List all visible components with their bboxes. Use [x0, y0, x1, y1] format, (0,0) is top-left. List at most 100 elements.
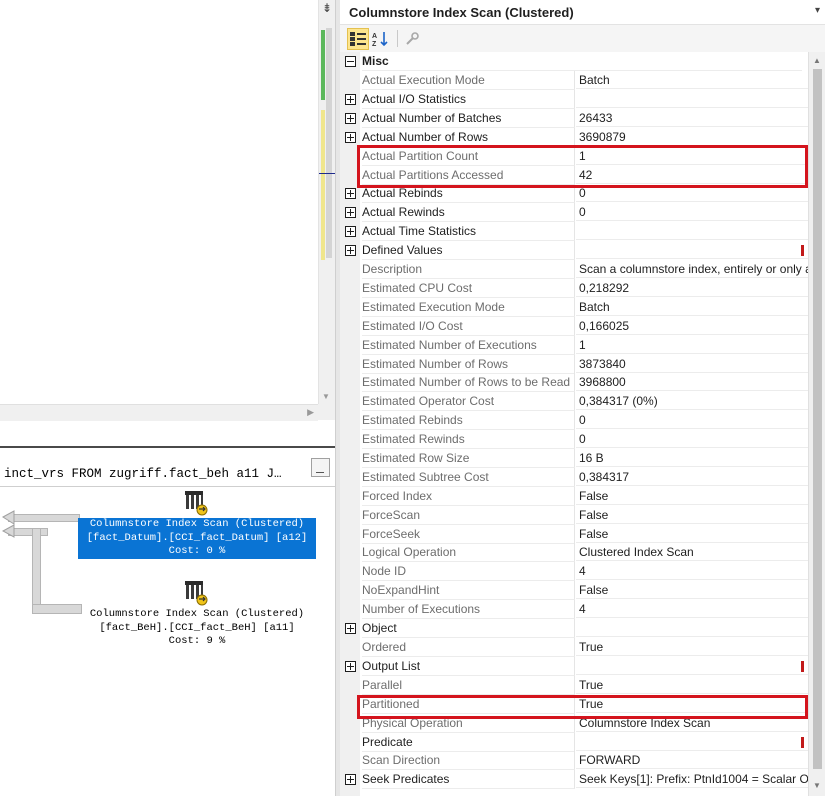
ellipsis-button[interactable]	[801, 737, 804, 748]
plan-node-fact-datum[interactable]: Columnstore Index Scan (Clustered) [fact…	[78, 518, 316, 559]
property-value[interactable]: 3968800	[576, 373, 808, 391]
property-row[interactable]: Estimated Number of Rows 3873840	[340, 355, 808, 374]
scroll-right-icon[interactable]: ▶	[307, 407, 314, 418]
expand-icon[interactable]	[345, 132, 356, 143]
scroll-down-icon[interactable]: ▼	[322, 392, 330, 401]
property-value[interactable]	[576, 619, 808, 637]
property-row[interactable]: ForceSeek False	[340, 525, 808, 544]
object-selector[interactable]: Columnstore Index Scan (Clustered) ▾	[340, 0, 825, 25]
expand-icon[interactable]	[345, 94, 356, 105]
property-row[interactable]: Estimated Rebinds 0	[340, 411, 808, 430]
expand-icon[interactable]	[345, 245, 356, 256]
property-row[interactable]: Description Scan a columnstore index, ent…	[340, 260, 808, 279]
expand-icon[interactable]	[345, 774, 356, 785]
columnstore-scan-icon[interactable]	[183, 580, 209, 606]
property-row[interactable]: Estimated Operator Cost 0,384317 (0%)	[340, 392, 808, 411]
property-row[interactable]: Seek Predicates Seek Keys[1]: Prefix: Ptn…	[340, 770, 808, 789]
property-value[interactable]: 0,384317 (0%)	[576, 392, 808, 410]
property-value[interactable]: False	[576, 487, 808, 505]
scroll-down-icon[interactable]: ▼	[813, 781, 821, 790]
plan-minimize-button[interactable]	[311, 458, 330, 477]
property-value[interactable]: 0	[576, 430, 808, 448]
property-row[interactable]: Estimated Rewinds 0	[340, 430, 808, 449]
property-value[interactable]: Batch	[576, 298, 808, 316]
property-row[interactable]: Estimated Number of Rows to be Read 39688…	[340, 373, 808, 392]
columnstore-scan-icon[interactable]	[183, 490, 209, 516]
scrollbar-thumb[interactable]	[813, 69, 822, 769]
property-value[interactable]: False	[576, 581, 808, 599]
property-value[interactable]: 3873840	[576, 355, 808, 373]
wrench-icon[interactable]	[401, 28, 423, 50]
ellipsis-button[interactable]	[801, 245, 804, 256]
property-value[interactable]	[576, 241, 808, 259]
property-row[interactable]: Estimated Execution Mode Batch	[340, 298, 808, 317]
property-row[interactable]: Ordered True	[340, 638, 808, 657]
property-row[interactable]: Actual I/O Statistics	[340, 90, 808, 109]
property-row[interactable]: ForceScan False	[340, 506, 808, 525]
property-value[interactable]: 26433	[576, 109, 808, 127]
property-row[interactable]: Parallel True	[340, 676, 808, 695]
expand-icon[interactable]	[345, 113, 356, 124]
expand-icon[interactable]	[345, 226, 356, 237]
property-value[interactable]: 4	[576, 600, 808, 618]
property-value[interactable]: 0,384317	[576, 468, 808, 486]
query-editor[interactable]	[0, 0, 318, 404]
property-row[interactable]: Actual Rewinds 0	[340, 203, 808, 222]
split-icon[interactable]: ⇟	[321, 1, 333, 15]
property-value[interactable]: 0	[576, 203, 808, 221]
property-value[interactable]	[576, 90, 808, 108]
property-row[interactable]: Actual Execution Mode Batch	[340, 71, 808, 90]
property-value[interactable]: Batch	[576, 71, 808, 89]
property-value[interactable]: True	[576, 676, 808, 694]
property-value[interactable]: 3690879	[576, 128, 808, 146]
property-row[interactable]: Estimated Number of Executions 1	[340, 336, 808, 355]
expand-icon[interactable]	[345, 623, 356, 634]
property-value[interactable]: 1	[576, 336, 808, 354]
property-row[interactable]: Node ID 4	[340, 562, 808, 581]
expand-icon[interactable]	[345, 661, 356, 672]
property-value[interactable]: 0,218292	[576, 279, 808, 297]
property-value[interactable]: 0	[576, 411, 808, 429]
property-value[interactable]: 4	[576, 562, 808, 580]
property-value[interactable]: Seek Keys[1]: Prefix: PtnId1004 = Scalar…	[576, 770, 808, 788]
property-row[interactable]: Output List	[340, 657, 808, 676]
property-row[interactable]: Object	[340, 619, 808, 638]
property-row[interactable]: Actual Number of Batches 26433	[340, 109, 808, 128]
property-row[interactable]: Forced Index False	[340, 487, 808, 506]
expand-icon[interactable]	[345, 188, 356, 199]
property-grid-scrollbar[interactable]: ▲ ▼	[808, 52, 825, 796]
property-value[interactable]	[576, 222, 808, 240]
plan-node-fact-beh[interactable]: Columnstore Index Scan (Clustered) [fact…	[78, 608, 316, 649]
property-value[interactable]	[576, 733, 808, 751]
ellipsis-button[interactable]	[801, 661, 804, 672]
property-value[interactable]: 16 B	[576, 449, 808, 467]
property-value[interactable]: Scan a columnstore index, entirely or on…	[576, 260, 808, 278]
property-row[interactable]: Estimated I/O Cost 0,166025	[340, 317, 808, 336]
alphabetical-icon[interactable]: A Z	[370, 28, 392, 50]
property-row[interactable]: Logical Operation Clustered Index Scan	[340, 543, 808, 562]
property-row[interactable]: NoExpandHint False	[340, 581, 808, 600]
categorized-icon[interactable]	[347, 28, 369, 50]
property-row[interactable]: Predicate	[340, 733, 808, 752]
property-value[interactable]: Clustered Index Scan	[576, 543, 808, 561]
property-value[interactable]: 0,166025	[576, 317, 808, 335]
property-row[interactable]: Estimated Subtree Cost 0,384317	[340, 468, 808, 487]
pane-divider[interactable]	[0, 446, 335, 448]
property-row[interactable]: Number of Executions 4	[340, 600, 808, 619]
editor-horizontal-scrollbar[interactable]: ▶	[0, 404, 318, 421]
property-row[interactable]: Estimated Row Size 16 B	[340, 449, 808, 468]
property-row[interactable]: Actual Time Statistics	[340, 222, 808, 241]
property-value[interactable]: False	[576, 525, 808, 543]
property-row[interactable]: Defined Values	[340, 241, 808, 260]
property-value[interactable]: True	[576, 638, 808, 656]
category-misc[interactable]: Misc	[340, 52, 808, 71]
collapse-icon[interactable]	[345, 56, 356, 67]
property-value[interactable]	[576, 657, 808, 675]
chevron-down-icon[interactable]: ▾	[815, 5, 820, 16]
editor-overview-ruler[interactable]: ⇟ ▼	[318, 0, 336, 404]
property-row[interactable]: Scan Direction FORWARD	[340, 751, 808, 770]
property-value[interactable]: FORWARD	[576, 751, 808, 769]
property-value[interactable]: False	[576, 506, 808, 524]
property-row[interactable]: Estimated CPU Cost 0,218292	[340, 279, 808, 298]
expand-icon[interactable]	[345, 207, 356, 218]
